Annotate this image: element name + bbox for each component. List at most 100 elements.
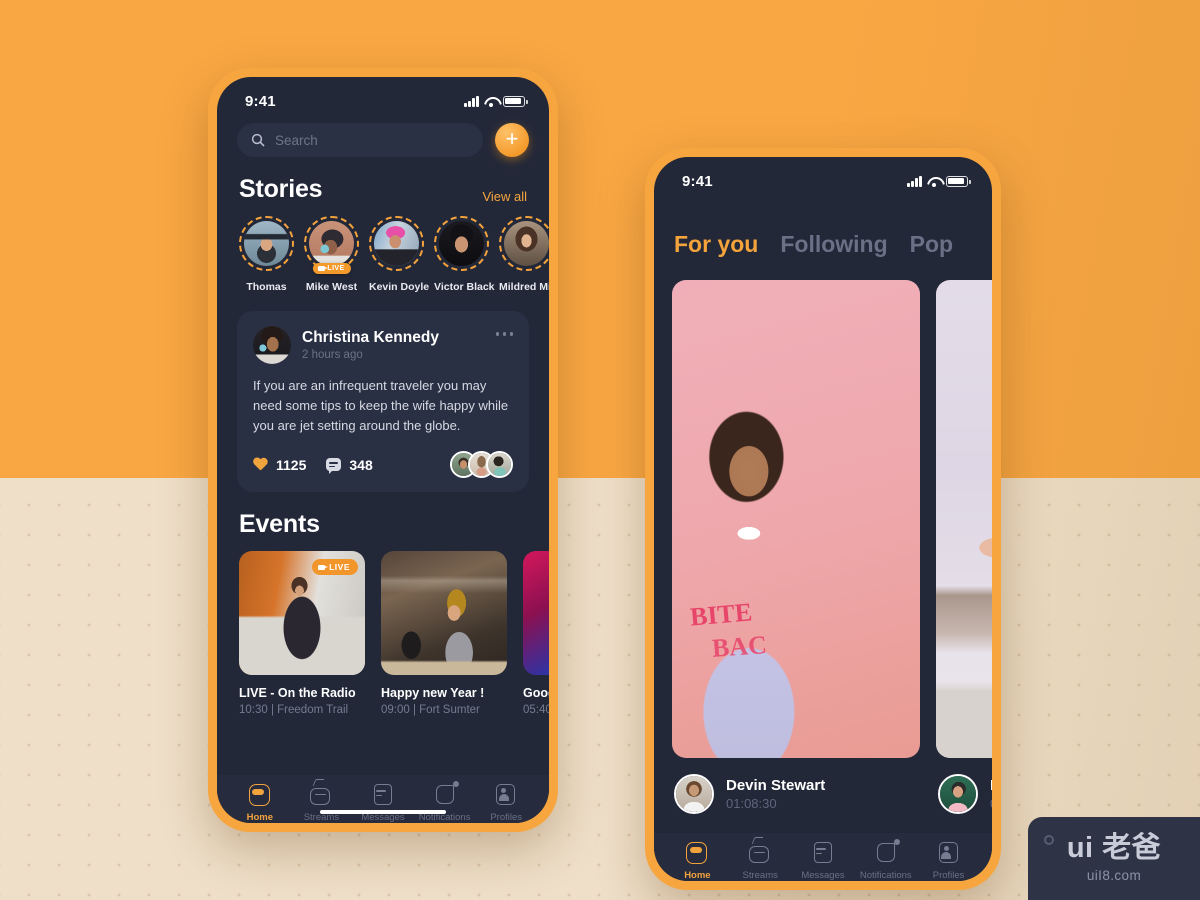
watermark: ui 老爸 uiI8.com: [1028, 817, 1200, 900]
avatar: [938, 774, 978, 814]
phone-mockup-discover: 9:41 For you Following Pop BITE BAC Devi…: [645, 148, 1001, 890]
tab-label: Streams: [742, 870, 778, 881]
live-label: LIVE: [327, 265, 345, 273]
avatar: [253, 326, 291, 364]
avatar: [244, 221, 289, 266]
story-name: Mildred Miles: [499, 281, 549, 293]
post-footer: 1125 348: [253, 451, 513, 479]
status-bar: 9:41: [654, 157, 992, 199]
event-thumbnail[interactable]: [381, 551, 507, 676]
tab-home[interactable]: Home: [666, 842, 728, 881]
story-item[interactable]: Victor Black: [434, 216, 495, 293]
feed-duration: 01:08:30: [726, 796, 777, 811]
event-card[interactable]: LIVE LIVE - On the Radio 10:30 | Freedom…: [239, 551, 365, 716]
avatar: [374, 221, 419, 266]
add-button[interactable]: +: [495, 123, 529, 157]
event-meta: 10:30 | Freedom Trail: [239, 704, 349, 717]
tab-following[interactable]: Following: [780, 231, 887, 258]
tab-for-you[interactable]: For you: [674, 231, 758, 258]
story-name: Thomas: [246, 281, 287, 293]
event-thumbnail[interactable]: LIVE: [239, 551, 365, 676]
event-card[interactable]: Google 05:40 | W: [523, 551, 549, 716]
phone-mockup-home: 9:41 Search + Stories View all Thomas LI…: [208, 68, 558, 832]
feed-card[interactable]: BITE BAC Devin Stewart 01:08:30: [672, 280, 920, 814]
event-meta: 05:40 | W: [523, 704, 549, 717]
avatar: [309, 221, 354, 266]
phone-front-screen: 9:41 Search + Stories View all Thomas LI…: [217, 77, 549, 823]
tab-label: Home: [684, 870, 711, 881]
feed-user-name: Len: [990, 777, 992, 794]
feed-user-name: Devin Stewart: [726, 777, 826, 794]
battery-icon: [503, 95, 528, 107]
feed-user-row[interactable]: Len 03:: [936, 758, 992, 814]
feed-duration: 03:: [990, 796, 992, 811]
live-badge: LIVE: [312, 263, 351, 275]
story-ring: [499, 216, 549, 271]
bottom-tab-bar[interactable]: Home Streams Messages Notifications Prof…: [217, 775, 549, 823]
message-icon: [812, 842, 834, 864]
events-title: Events: [239, 510, 320, 539]
status-time: 9:41: [245, 92, 276, 110]
heart-icon: [253, 458, 268, 472]
post-body: If you are an infrequent traveler you ma…: [253, 378, 509, 434]
tab-profiles[interactable]: Profiles: [918, 842, 980, 881]
feed-user-row[interactable]: Devin Stewart 01:08:30: [672, 758, 920, 814]
wifi-icon: [484, 96, 498, 107]
story-name: Kevin Doyle: [369, 281, 430, 293]
background-dot-pattern: [0, 478, 1200, 900]
post-timestamp: 2 hours ago: [302, 349, 363, 361]
tv-icon: [749, 842, 771, 864]
story-item[interactable]: LIVE Mike West: [304, 216, 359, 293]
avatar: [439, 221, 484, 266]
more-options-icon[interactable]: [495, 332, 513, 336]
event-thumbnail[interactable]: [523, 551, 549, 676]
event-title: Happy new Year !: [381, 686, 485, 701]
background-top-band: [0, 0, 1200, 478]
feed-thumbnail[interactable]: BITE BAC: [672, 280, 920, 758]
post-author: Christina Kennedy: [302, 329, 439, 346]
cellular-signal-icon: [464, 95, 479, 107]
stories-header: Stories View all: [217, 157, 549, 212]
story-item[interactable]: Thomas: [239, 216, 294, 293]
stories-carousel[interactable]: Thomas LIVE Mike West Kevin Doyle Victor…: [217, 212, 549, 293]
search-input[interactable]: Search: [237, 123, 483, 157]
stories-view-all[interactable]: View all: [482, 189, 527, 204]
story-ring: [434, 216, 489, 271]
status-bar: 9:41: [217, 77, 549, 119]
circle-icon: [1044, 835, 1054, 845]
story-ring: [239, 216, 294, 271]
feed-carousel[interactable]: BITE BAC Devin Stewart 01:08:30: [654, 258, 992, 814]
home-indicator[interactable]: [217, 801, 549, 823]
like-stat[interactable]: 1125: [253, 457, 306, 473]
story-name: Mike West: [305, 281, 358, 293]
events-header: Events: [217, 492, 549, 547]
avatar: [504, 221, 549, 266]
tab-streams[interactable]: Streams: [729, 842, 791, 881]
event-card[interactable]: Happy new Year ! 09:00 | Fort Sumter: [381, 551, 507, 716]
search-icon: [251, 133, 265, 147]
event-title: LIVE - On the Radio: [239, 686, 356, 701]
battery-icon: [946, 175, 971, 187]
story-item[interactable]: Mildred Miles: [499, 216, 549, 293]
events-carousel[interactable]: LIVE LIVE - On the Radio 10:30 | Freedom…: [217, 547, 549, 716]
tab-messages[interactable]: Messages: [792, 842, 854, 881]
post-card[interactable]: Christina Kennedy 2 hours ago If you are…: [237, 311, 529, 493]
search-row: Search +: [217, 119, 549, 157]
feed-thumbnail[interactable]: [936, 280, 992, 758]
tab-popular[interactable]: Pop: [910, 231, 953, 258]
tab-notifications[interactable]: Notifications: [855, 842, 917, 881]
feed-card[interactable]: Len 03:: [936, 280, 992, 814]
status-time: 9:41: [682, 172, 713, 190]
camera-icon: [317, 266, 328, 272]
stories-title: Stories: [239, 175, 323, 203]
reactor-avatars[interactable]: [450, 451, 513, 479]
comment-stat[interactable]: 348: [326, 456, 373, 475]
bottom-tab-bar[interactable]: Home Streams Messages Notifications Prof…: [654, 833, 992, 881]
avatar: [674, 774, 714, 814]
story-name: Victor Black: [434, 281, 495, 293]
tab-label: Profiles: [932, 870, 965, 881]
comment-count: 348: [349, 456, 373, 473]
search-placeholder: Search: [275, 132, 318, 148]
story-item[interactable]: Kevin Doyle: [369, 216, 430, 293]
tab-label: Notifications: [859, 870, 912, 881]
